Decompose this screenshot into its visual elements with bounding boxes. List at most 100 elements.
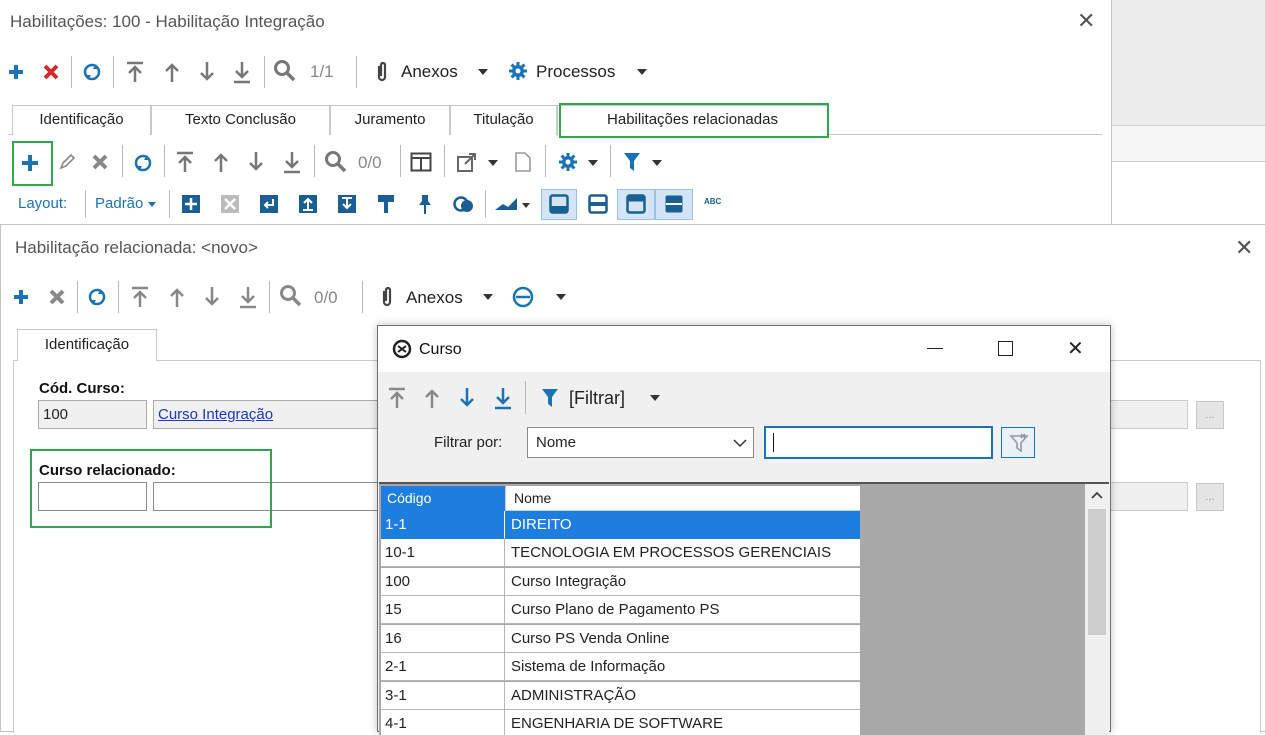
chevron-down-icon[interactable] (488, 160, 498, 166)
previous-record-icon[interactable] (166, 285, 188, 309)
maximize-icon[interactable] (998, 341, 1013, 356)
highlight-box (559, 103, 829, 138)
table-row[interactable]: 100 Curso Integração (381, 568, 861, 596)
add-row-icon[interactable] (181, 194, 201, 214)
next-record-icon[interactable] (196, 60, 218, 84)
close-icon[interactable]: ✕ (1067, 336, 1084, 361)
cell-name: ENGENHARIA DE SOFTWARE (505, 710, 860, 735)
previous-record-icon[interactable] (210, 150, 232, 174)
column-header-codigo[interactable]: Código (381, 486, 505, 511)
filter-by-select[interactable]: Nome (527, 427, 754, 458)
refresh-icon[interactable] (132, 152, 154, 174)
close-icon[interactable]: ✕ (1077, 8, 1095, 34)
move-down-icon[interactable] (337, 194, 357, 214)
tab-label: Identificação (39, 111, 124, 128)
previous-record-icon[interactable] (421, 386, 443, 410)
chevron-down-icon[interactable] (652, 160, 662, 166)
layout-select[interactable]: Padrão (95, 195, 156, 212)
abc-icon[interactable]: ABC (704, 197, 721, 206)
next-record-icon[interactable] (245, 150, 267, 174)
panel-bottom-icon (549, 194, 569, 214)
next-record-icon[interactable] (456, 386, 478, 410)
close-icon[interactable]: ✕ (1235, 235, 1253, 261)
last-record-icon[interactable] (231, 60, 253, 84)
tab-identificacao[interactable]: Identificação (12, 105, 151, 135)
cell-name: Curso Plano de Pagamento PS (505, 596, 860, 624)
export-icon[interactable] (456, 152, 478, 174)
related-window-title: Habilitação relacionada: <novo> (15, 238, 258, 257)
tab-identificacao[interactable]: Identificação (17, 329, 157, 361)
next-record-icon[interactable] (201, 285, 223, 309)
paint-roller-icon[interactable] (376, 193, 396, 215)
tab-texto-conclusao[interactable]: Texto Conclusão (151, 105, 330, 135)
toolbar-separator (113, 56, 114, 88)
move-up-icon[interactable] (298, 194, 318, 214)
course-name-link[interactable]: Curso Integração (158, 406, 273, 423)
page-indicator: 0/0 (358, 153, 382, 172)
ellipsis-button[interactable]: ... (1196, 483, 1224, 511)
chevron-down-icon (483, 294, 493, 300)
search-icon[interactable] (324, 150, 348, 174)
minimize-icon[interactable] (927, 348, 943, 349)
last-record-icon[interactable] (237, 285, 259, 309)
last-record-icon[interactable] (281, 150, 303, 174)
refresh-icon[interactable] (86, 286, 108, 308)
layout-label: Layout: (18, 195, 68, 212)
tab-titulacao[interactable]: Titulação (450, 105, 557, 135)
chevron-down-icon[interactable] (556, 294, 566, 300)
scrollbar-thumb[interactable] (1088, 509, 1106, 635)
link-icon[interactable] (512, 286, 534, 308)
grid-header: Código Nome (381, 486, 861, 511)
tab-juramento[interactable]: Juramento (330, 105, 450, 135)
previous-record-icon[interactable] (161, 60, 183, 84)
background-panel-strip (1111, 125, 1265, 162)
insert-icon[interactable] (259, 194, 279, 214)
table-row[interactable]: 2-1 Sistema de Informação (381, 653, 861, 681)
chevron-down-icon[interactable] (522, 203, 530, 208)
refresh-icon[interactable] (81, 61, 103, 83)
edit-icon[interactable] (58, 153, 76, 171)
add-icon[interactable] (6, 62, 26, 82)
vertical-scrollbar[interactable] (1085, 484, 1109, 735)
ellipsis-label: ... (1205, 491, 1215, 503)
table-row[interactable]: 1-1 DIREITO (381, 511, 861, 539)
chevron-up-icon[interactable] (1091, 491, 1103, 500)
chevron-down-icon[interactable] (588, 160, 598, 166)
filter-text-input[interactable] (764, 426, 993, 459)
pin-icon[interactable] (415, 193, 435, 215)
search-icon[interactable] (279, 284, 303, 308)
first-record-icon[interactable] (174, 150, 196, 174)
first-record-icon[interactable] (386, 386, 408, 410)
toolbar-separator (77, 281, 78, 313)
last-record-icon[interactable] (492, 386, 514, 410)
filter-by-label: Filtrar por: (434, 434, 503, 451)
clear-filter-button[interactable] (1001, 427, 1035, 458)
course-code-field[interactable]: 100 (38, 400, 147, 429)
ellipsis-button[interactable]: ... (1196, 401, 1224, 429)
remove-row-icon[interactable] (220, 194, 240, 214)
document-icon[interactable] (514, 151, 532, 173)
table-row[interactable]: 10-1 TECNOLOGIA EM PROCESSOS GERENCIAIS (381, 539, 861, 567)
columns-icon[interactable] (410, 152, 432, 172)
fill-color-icon[interactable] (453, 194, 475, 214)
delete-icon[interactable] (90, 152, 110, 172)
chevron-down-icon (650, 395, 660, 401)
gear-icon[interactable] (558, 152, 578, 172)
chart-icon[interactable] (494, 196, 518, 212)
delete-icon[interactable] (40, 61, 62, 83)
toolbar-separator (610, 145, 611, 177)
delete-icon[interactable] (46, 286, 68, 308)
table-row[interactable]: 16 Curso PS Venda Online (381, 625, 861, 653)
first-record-icon[interactable] (129, 285, 151, 309)
table-row[interactable]: 4-1 ENGENHARIA DE SOFTWARE (381, 710, 861, 735)
table-row[interactable]: 3-1 ADMINISTRAÇÃO (381, 682, 861, 710)
table-row[interactable]: 15 Curso Plano de Pagamento PS (381, 596, 861, 624)
attachments-label: Anexos (406, 288, 463, 307)
filter-icon[interactable] (623, 151, 641, 173)
first-record-icon[interactable] (124, 60, 146, 84)
column-header-nome[interactable]: Nome (505, 486, 860, 511)
course-name-field-extension (1101, 400, 1188, 429)
search-icon[interactable] (273, 59, 297, 83)
panel-middle-icon[interactable] (588, 194, 608, 214)
add-icon[interactable] (11, 287, 31, 307)
